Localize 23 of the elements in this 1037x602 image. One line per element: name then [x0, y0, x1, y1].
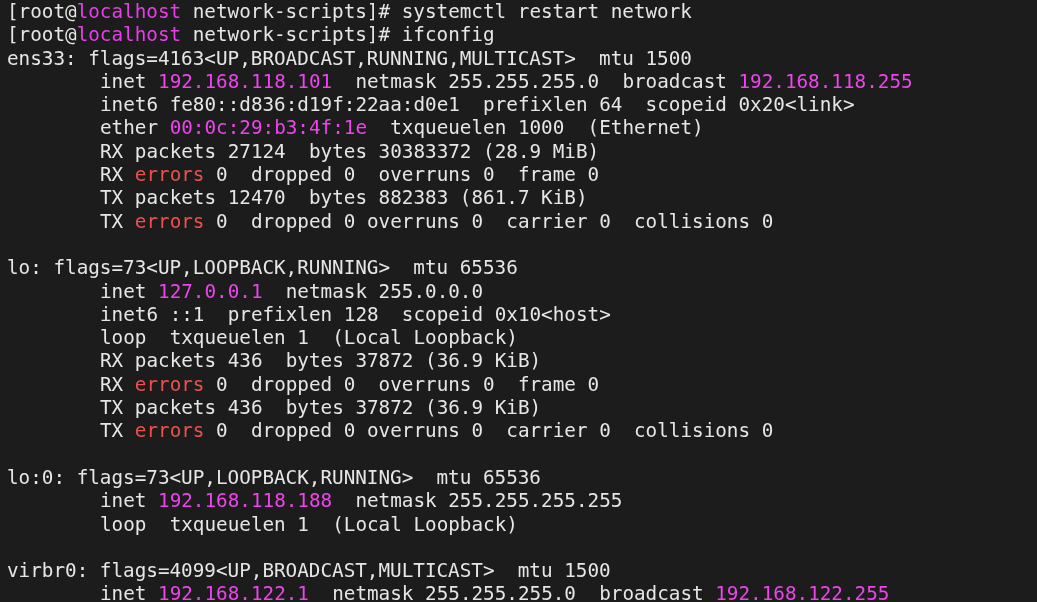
- terminal-line: ether 00:0c:29:b3:4f:1e txqueuelen 1000 (Ethernet): [100, 116, 704, 140]
- terminal-line: TX errors 0 dropped 0 overruns 0 carrier 0 collisions 0: [100, 419, 774, 443]
- terminal-line: ens33: flags=4163<UP,BROADCAST,RUNNING,MULTICAST> mtu 1500: [7, 46, 692, 70]
- terminal-line: loop txqueuelen 1 (Local Loopback): [100, 326, 518, 350]
- terminal-line: virbr0: flags=4099<UP,BROADCAST,MULTICAST> mtu 1500: [7, 559, 611, 583]
- terminal-line: inet 192.168.118.101 netmask 255.255.255.0 broadcast 192.168.118.255: [100, 69, 913, 94]
- terminal-line: RX packets 27124 bytes 30383372 (28.9 MiB): [100, 139, 600, 164]
- terminal-line: lo:0: flags=73<UP,LOOPBACK,RUNNING> mtu 65536: [7, 465, 541, 490]
- terminal-line: inet 192.168.118.188 netmask 255.255.255.255: [100, 489, 623, 513]
- terminal-line: [root@localhost network-scripts]# systemctl restart network: [7, 0, 693, 24]
- terminal-line: inet 192.168.122.1 netmask 255.255.255.0 broadcast 192.168.122.255: [100, 582, 890, 602]
- terminal-line: TX packets 436 bytes 37872 (36.9 KiB): [100, 396, 542, 420]
- terminal-line: TX packets 12470 bytes 882383 (861.7 KiB): [100, 186, 588, 210]
- terminal-line: RX errors 0 dropped 0 overruns 0 frame 0: [100, 163, 600, 187]
- terminal-line: inet 127.0.0.1 netmask 255.0.0.0: [100, 279, 484, 303]
- terminal-line: TX errors 0 dropped 0 overruns 0 carrier 0 collisions 0: [100, 209, 774, 233]
- terminal-line: inet6 fe80::d836:d19f:22aa:d0e1 prefixlen 64 scopeid 0x20<link>: [100, 93, 855, 117]
- terminal-line: RX packets 436 bytes 37872 (36.9 KiB): [100, 349, 542, 373]
- terminal-line: inet6 ::1 prefixlen 128 scopeid 0x10<host>: [100, 302, 611, 327]
- terminal-line: RX errors 0 dropped 0 overruns 0 frame 0: [100, 372, 600, 397]
- terminal-line: loop txqueuelen 1 (Local Loopback): [100, 512, 518, 536]
- terminal-line: lo: flags=73<UP,LOOPBACK,RUNNING> mtu 65536: [7, 256, 518, 280]
- terminal-line: [root@localhost network-scripts]# ifconfig: [7, 23, 496, 47]
